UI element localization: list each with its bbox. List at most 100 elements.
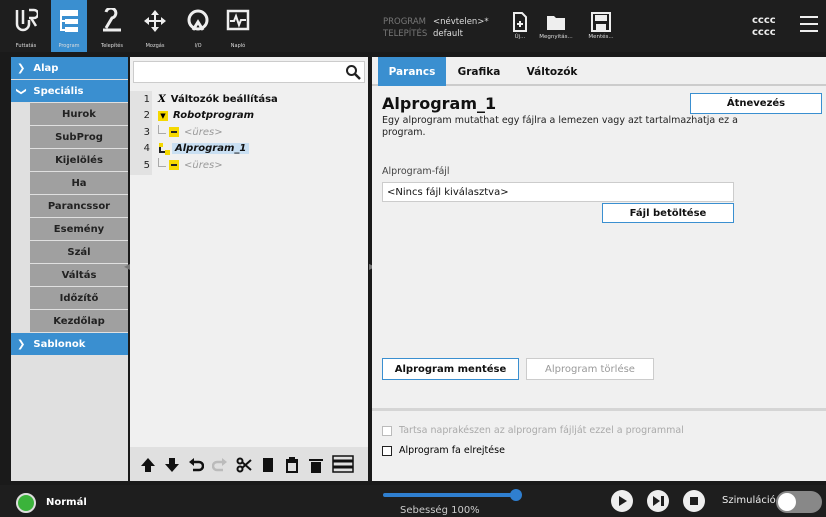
tree-branch-icon: [158, 124, 166, 134]
undo-icon[interactable]: [188, 457, 204, 473]
search-icon[interactable]: [345, 64, 361, 80]
redo-icon[interactable]: [212, 457, 228, 473]
nav-item-subprog[interactable]: SubProg: [30, 126, 128, 148]
speed-slider[interactable]: [383, 493, 517, 497]
rename-button[interactable]: Átnevezés: [690, 93, 822, 114]
ur-logo-icon: [15, 8, 38, 32]
nav-item-kezdolap[interactable]: Kezdőlap: [30, 310, 128, 332]
step-button[interactable]: [647, 490, 669, 512]
power-status-icon[interactable]: [16, 493, 36, 513]
nav-item-parancssor[interactable]: Parancssor: [30, 195, 128, 217]
delete-subprogram-button[interactable]: Alprogram törlése: [526, 358, 654, 380]
nav-io-button[interactable]: I/O: [180, 0, 216, 52]
tree-row[interactable]: 2 ▼ Robotprogram: [130, 108, 368, 125]
copy-icon[interactable]: [260, 457, 276, 473]
program-tree-panel: 1 X Változók beállítása 2 ▼ Robotprogram…: [130, 57, 368, 481]
suppress-icon[interactable]: [332, 455, 354, 473]
nav-group-sablonok[interactable]: ❯ Sablonok: [11, 333, 128, 355]
nav-item-szal[interactable]: Szál: [30, 241, 128, 263]
nav-group-sablonok-label: Sablonok: [33, 338, 86, 350]
nav-move-button[interactable]: Mozgás: [137, 0, 173, 52]
hamburger-menu-icon[interactable]: [800, 16, 818, 32]
tab-grafika[interactable]: Grafika: [448, 57, 510, 86]
tree-row[interactable]: 3 <üres>: [130, 124, 368, 141]
keep-updated-checkbox[interactable]: Tartsa naprakészen az alprogram fájlját …: [382, 425, 684, 436]
move-up-icon[interactable]: [140, 457, 156, 473]
stop-button[interactable]: [683, 490, 705, 512]
nav-install-label: Telepítés: [101, 43, 123, 49]
new-file-button[interactable]: Új...: [500, 12, 540, 48]
save-subprogram-button[interactable]: Alprogram mentése: [382, 358, 519, 380]
load-file-button[interactable]: Fájl betöltése: [602, 203, 734, 223]
nav-item-ha[interactable]: Ha: [30, 172, 128, 194]
nav-group-alap[interactable]: ❯ Alap: [11, 57, 128, 79]
nav-item-valtas[interactable]: Váltás: [30, 264, 128, 286]
delete-icon[interactable]: [308, 457, 324, 473]
move-icon: [144, 10, 166, 32]
tree-row[interactable]: 1 X Változók beállítása: [130, 91, 368, 108]
play-icon: [619, 496, 627, 506]
hide-tree-label: Alprogram fa elrejtése: [399, 445, 505, 456]
tree-branch-icon: [158, 157, 166, 167]
save-file-button[interactable]: Mentés...: [581, 12, 621, 48]
tree-node-label: <üres>: [184, 159, 223, 171]
tree-search-input[interactable]: [133, 61, 365, 83]
empty-node-icon: [169, 127, 179, 138]
nav-move-label: Mozgás: [145, 43, 165, 49]
robot-mode: Normál: [46, 497, 87, 508]
paste-icon[interactable]: [284, 457, 300, 473]
folder-icon: [547, 16, 565, 30]
tree-row-selected[interactable]: 4 Alprogram_1: [130, 141, 368, 158]
subprogram-icon: [159, 142, 170, 155]
chevron-down-icon: ❯: [15, 86, 27, 96]
variables-icon: X: [158, 93, 166, 105]
nav-item-kijeloles[interactable]: Kijelölés: [30, 149, 128, 171]
speed-label: Sebesség 100%: [400, 505, 480, 516]
nav-run-button[interactable]: Futtatás: [8, 0, 44, 52]
save-icon: [591, 12, 611, 32]
new-file-icon: [513, 12, 527, 32]
installation-label: TELEPÍTÉS: [383, 29, 428, 39]
top-bar: Futtatás Program Telepítés Mozgás I/O Na…: [0, 0, 826, 52]
tab-valtozok[interactable]: Változók: [512, 57, 592, 86]
new-file-label: Új...: [514, 34, 526, 40]
move-down-icon[interactable]: [164, 457, 180, 473]
nav-group-specialis-label: Speciális: [33, 85, 84, 97]
tree-node-label: Változók beállítása: [170, 93, 278, 105]
left-nav: ❯ Alap ❯ Speciális Hurok SubProg Kijelölés…: [11, 57, 128, 481]
installation-icon: [103, 8, 121, 32]
speed-slider-handle[interactable]: [510, 489, 522, 501]
cut-icon[interactable]: [236, 457, 252, 473]
step-icon: [653, 496, 664, 506]
nav-log-button[interactable]: Napló: [220, 0, 256, 52]
tree-row[interactable]: 5 <üres>: [130, 157, 368, 174]
nav-program-button[interactable]: Program: [51, 0, 87, 52]
simulation-toggle[interactable]: [776, 491, 822, 513]
io-icon: [187, 9, 209, 31]
subprogram-file-label: Alprogram-fájl: [382, 166, 450, 177]
open-file-label: Megnyitás...: [539, 34, 573, 40]
nav-group-alap-label: Alap: [33, 62, 59, 74]
checkbox-icon: [382, 425, 392, 436]
nav-item-esemeny[interactable]: Esemény: [30, 218, 128, 240]
hide-tree-checkbox[interactable]: Alprogram fa elrejtése: [382, 445, 505, 456]
nav-item-hurok[interactable]: Hurok: [30, 103, 128, 125]
toggle-thumb: [778, 493, 796, 511]
log-icon: [226, 9, 250, 31]
open-file-button[interactable]: Megnyitás...: [536, 12, 576, 48]
tree-toolbar: [130, 447, 368, 481]
nav-run-label: Futtatás: [15, 43, 37, 49]
nav-install-button[interactable]: Telepítés: [94, 0, 130, 52]
nav-item-idozito[interactable]: Időzítő: [30, 287, 128, 309]
tree-node-label: <üres>: [184, 126, 223, 138]
tab-parancs[interactable]: Parancs: [378, 57, 446, 86]
line-number: 4: [143, 143, 150, 155]
program-tree: 1 X Változók beállítása 2 ▼ Robotprogram…: [130, 91, 368, 174]
nav-io-label: I/O: [194, 43, 202, 49]
page-title: Alprogram_1: [382, 94, 497, 113]
command-panel: Parancs Grafika Változók Alprogram_1 Átn…: [372, 57, 826, 481]
nav-group-specialis[interactable]: ❯ Speciális: [11, 80, 128, 102]
user-display: cccc cccc: [752, 15, 776, 39]
description-text: Egy alprogram mutathat egy fájlra a leme…: [382, 115, 738, 138]
play-button[interactable]: [611, 490, 633, 512]
